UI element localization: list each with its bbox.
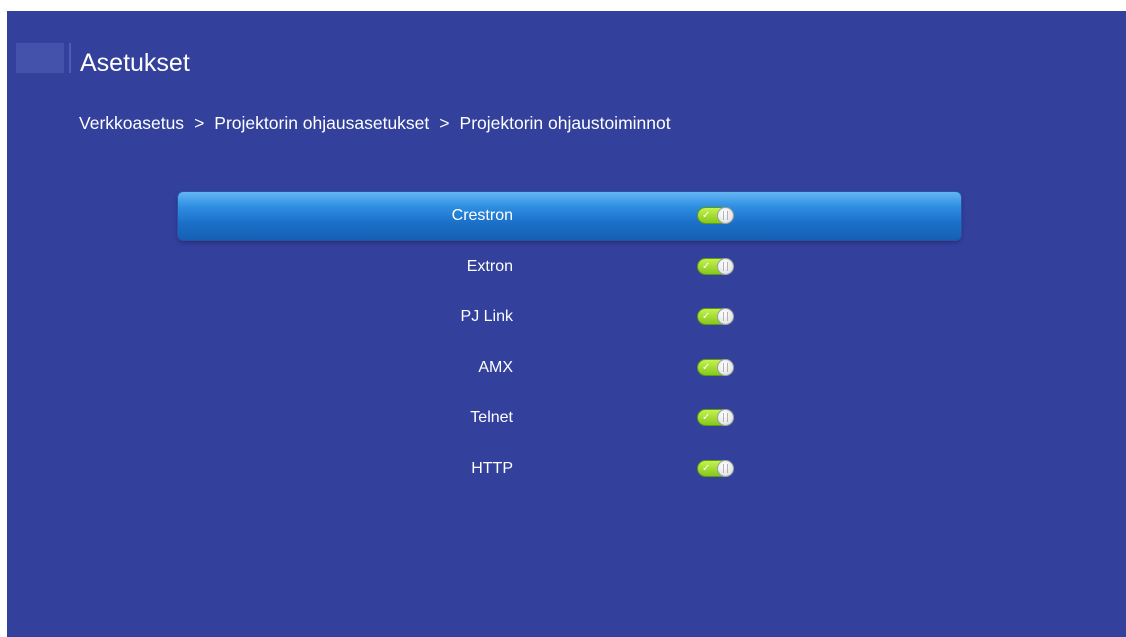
extron-toggle[interactable]: ✓ [697,257,734,275]
option-row-telnet[interactable]: Telnet ✓ [178,394,961,442]
crestron-toggle[interactable]: ✓ [697,207,734,224]
breadcrumb-item-projector-control-functions: Projektorin ohjaustoiminnot [459,113,671,133]
option-label: HTTP [471,459,513,477]
check-icon: ✓ [702,210,711,221]
title-divider [69,43,71,73]
check-icon: ✓ [702,361,711,373]
check-icon: ✓ [702,260,711,272]
toggle-knob [717,409,734,426]
breadcrumb: Verkkoasetus > Projektorin ohjausasetukset… [79,111,671,135]
control-options-list: Crestron ✓ Extron ✓ PJ Link ✓ AMX ✓ Teln… [178,192,961,495]
check-icon: ✓ [702,412,711,423]
option-label: Crestron [451,207,513,224]
option-row-extron[interactable]: Extron ✓ [178,243,961,291]
breadcrumb-item-network-settings: Verkkoasetus [79,113,185,133]
option-label: Extron [466,257,513,275]
option-row-http[interactable]: HTTP ✓ [178,445,961,493]
pj-link-toggle[interactable]: ✓ [697,308,734,325]
telnet-toggle[interactable]: ✓ [697,409,734,426]
option-row-amx[interactable]: AMX ✓ [178,344,961,392]
breadcrumb-item-projector-control-settings: Projektorin ohjausasetukset [214,113,430,133]
breadcrumb-separator: > [194,113,205,133]
check-icon: ✓ [702,462,711,474]
check-icon: ✓ [702,311,711,322]
option-row-pj-link[interactable]: PJ Link ✓ [178,293,961,341]
breadcrumb-separator: > [439,113,450,133]
settings-screen: Asetukset Verkkoasetus > Projektorin ohjau… [7,11,1126,637]
toggle-knob [717,308,734,325]
http-toggle[interactable]: ✓ [697,459,734,477]
amx-toggle[interactable]: ✓ [697,358,734,376]
option-row-crestron[interactable]: Crestron ✓ [178,192,961,240]
toggle-knob [717,358,734,376]
toggle-knob [717,257,734,275]
option-label: PJ Link [460,308,513,325]
toggle-knob [717,459,734,477]
menu-icon-placeholder [16,43,64,73]
toggle-knob [717,207,734,224]
option-label: Telnet [470,409,513,426]
page-title: Asetukset [80,49,190,77]
option-label: AMX [478,358,513,376]
